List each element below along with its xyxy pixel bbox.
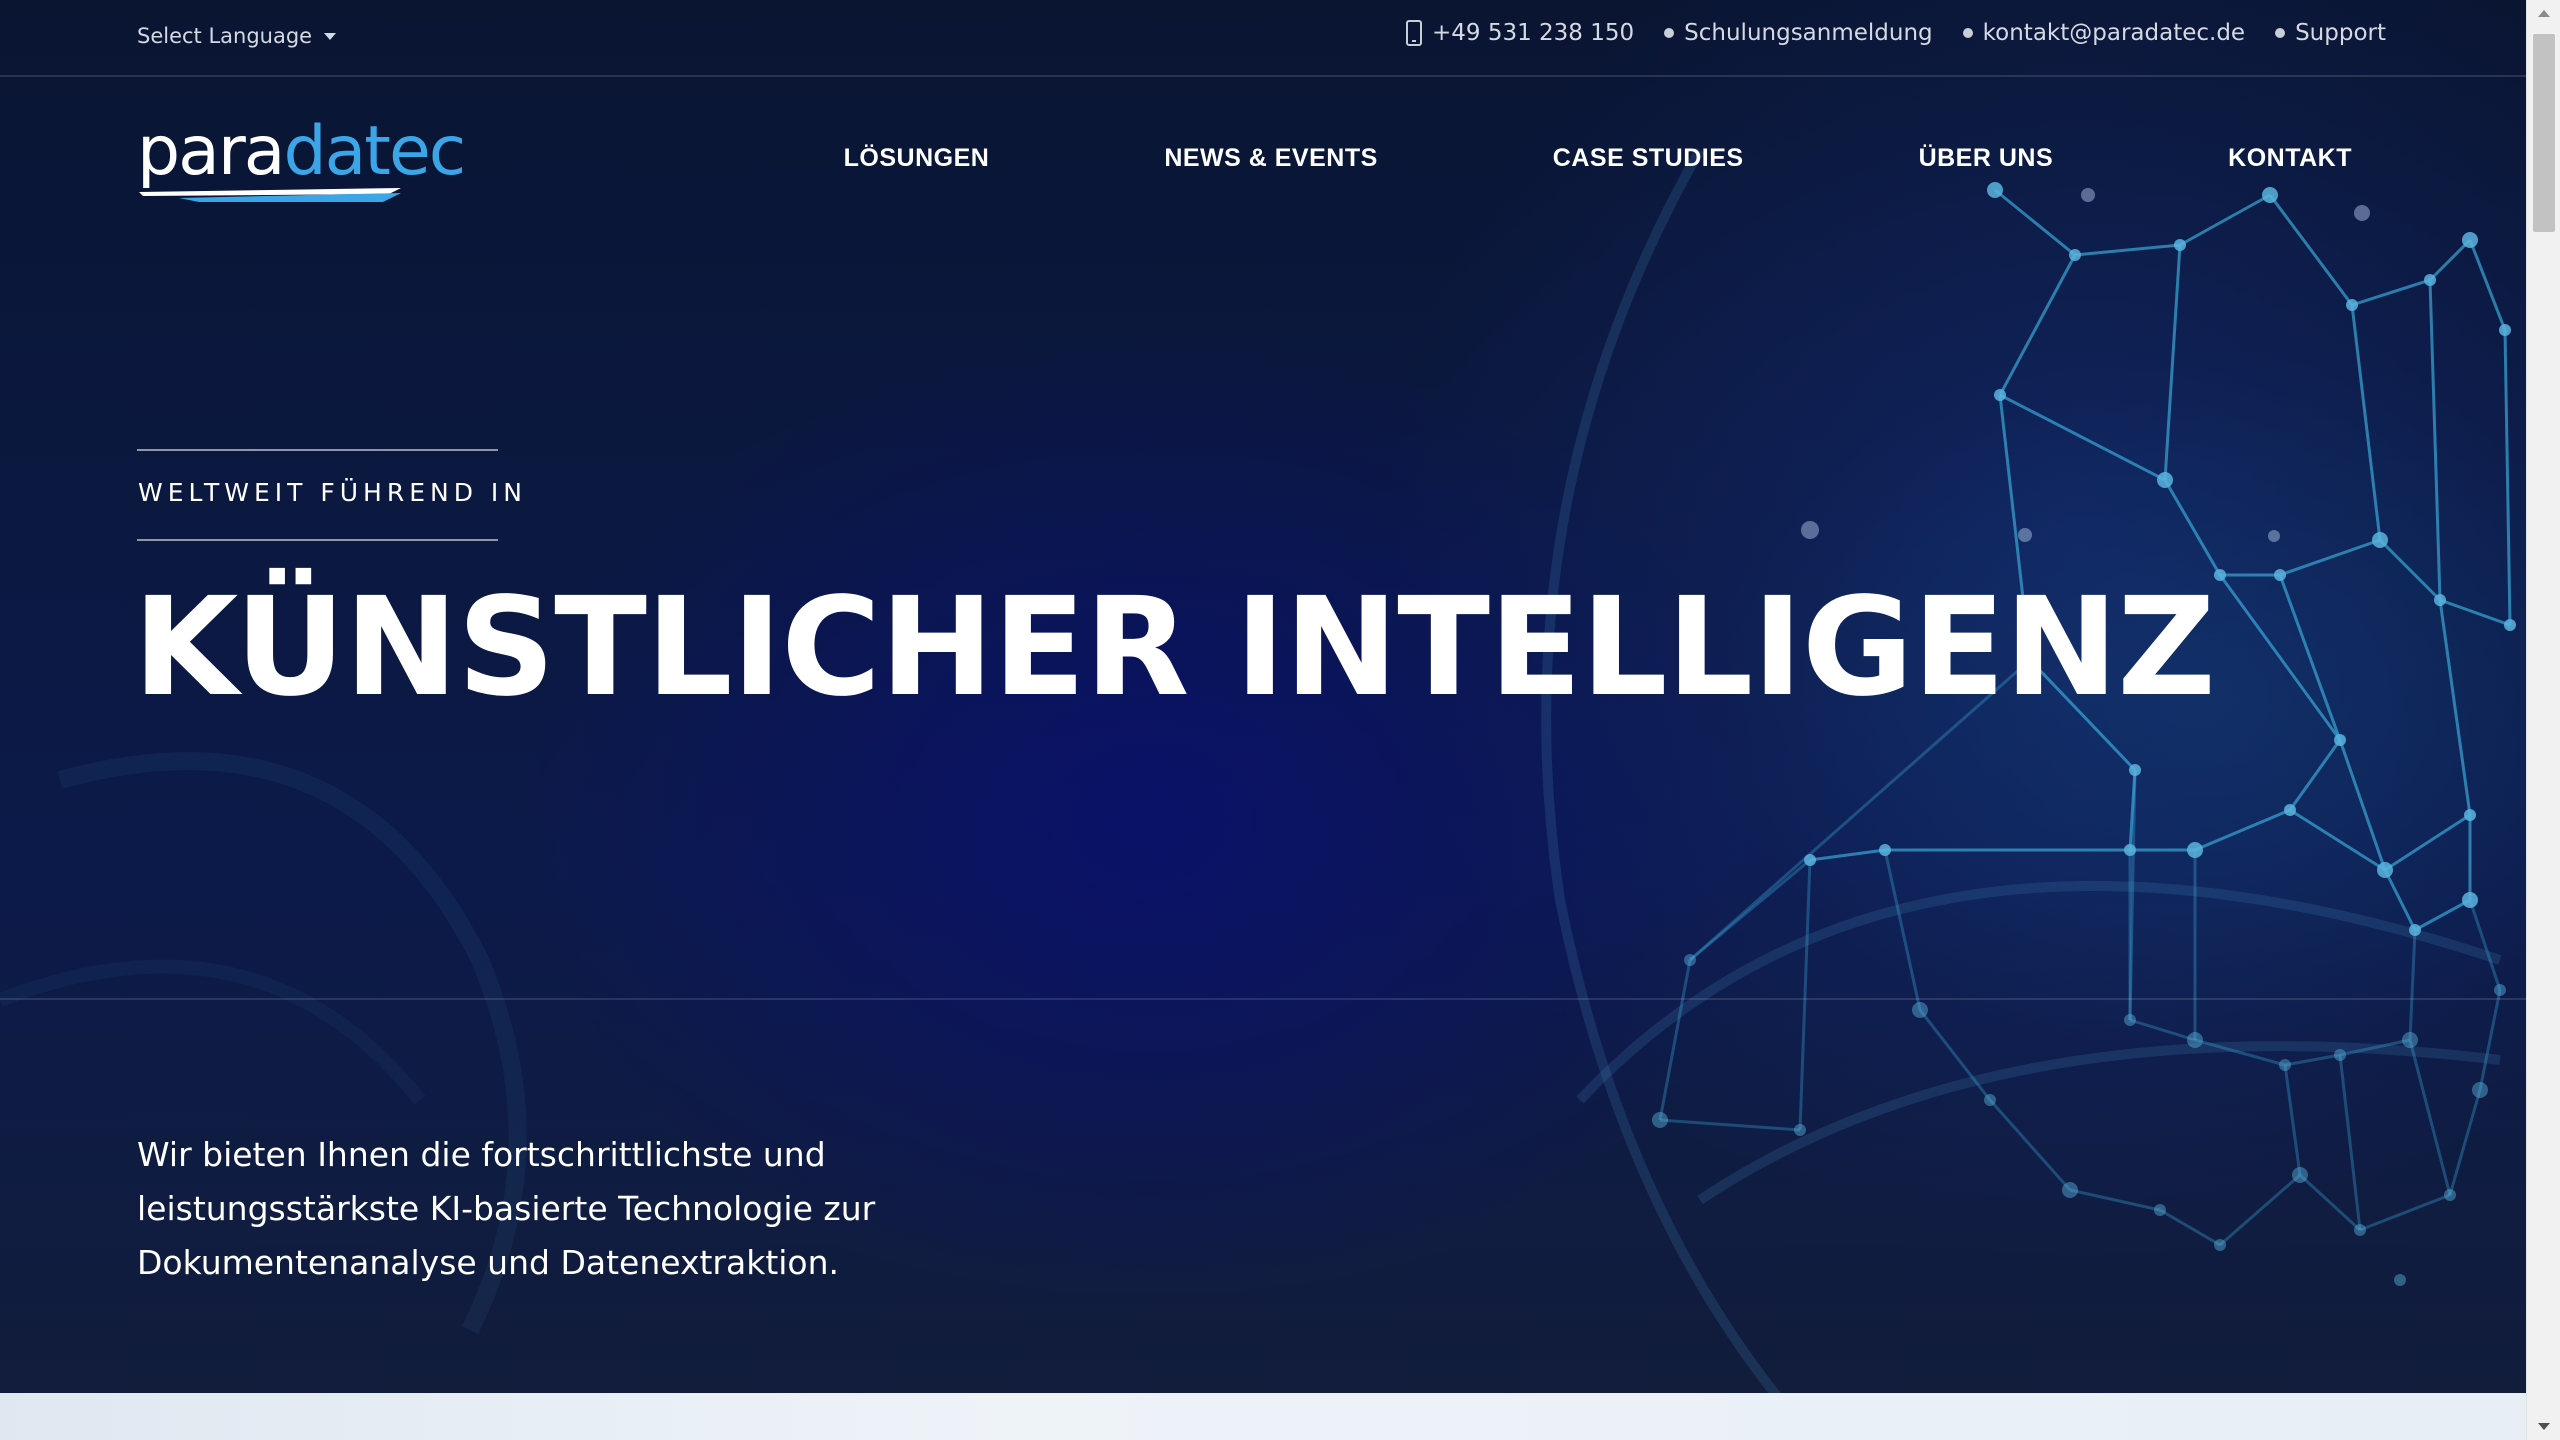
network-node (1987, 182, 2003, 198)
hero-headline: KÜNSTLICHER INTELLIGENZ (133, 569, 2216, 727)
eyebrow-rule-bottom (137, 539, 498, 541)
network-node (2499, 324, 2511, 336)
contact-links: +49 531 238 150 Schulungsanmeldung konta… (1405, 20, 2386, 46)
paradatec-logo[interactable]: paradatec (137, 118, 466, 204)
email-label: kontakt@paradatec.de (1982, 20, 2246, 46)
utility-bar: Select Language +49 531 238 150 Schulung… (0, 0, 2526, 77)
network-node (2462, 232, 2478, 248)
network-node (2346, 299, 2358, 311)
network-node (2424, 274, 2436, 286)
floating-particle (2354, 205, 2370, 221)
network-node (2434, 594, 2446, 606)
network-node (2187, 842, 2203, 858)
mobile-phone-icon (1405, 20, 1422, 46)
vertical-scrollbar[interactable] (2526, 0, 2560, 1440)
network-node (2262, 187, 2278, 203)
scrollbar-thumb[interactable] (2533, 34, 2555, 232)
network-node (2157, 472, 2173, 488)
network-node (2124, 844, 2136, 856)
network-node (1652, 1112, 1668, 1128)
caret-down-icon (324, 32, 337, 40)
scroll-down-icon[interactable] (2538, 1423, 2550, 1430)
network-node (2494, 984, 2506, 996)
network-node (1879, 844, 1891, 856)
network-node (2214, 569, 2226, 581)
network-node (2354, 1224, 2366, 1236)
floating-particle (2018, 528, 2032, 542)
network-edge (2359, 1193, 2451, 1232)
logo-part-para: para (137, 112, 285, 191)
network-node (2284, 804, 2296, 816)
floating-particle (2268, 530, 2280, 542)
logo-swoosh-icon (139, 188, 401, 202)
hero-eyebrow: WELTWEIT FÜHREND IN (138, 478, 527, 507)
network-node (1684, 954, 1696, 966)
dot-icon (1664, 28, 1675, 38)
eyebrow-rule-top (137, 449, 498, 451)
nav-item-kontakt[interactable]: KONTAKT (2228, 144, 2352, 173)
network-node (1984, 1094, 1996, 1106)
training-label: Schulungsanmeldung (1684, 20, 1933, 46)
network-node (2409, 924, 2421, 936)
training-link[interactable]: Schulungsanmeldung (1664, 20, 1933, 46)
logo-wordmark: paradatec (137, 118, 466, 186)
logo-part-datec: datec (283, 112, 466, 191)
nav-item-loesungen[interactable]: LÖSUNGEN (844, 144, 990, 173)
hero-lead-text: Wir bieten Ihnen die fortschrittlichste … (137, 1135, 876, 1282)
network-node (2069, 249, 2081, 261)
network-node (1804, 854, 1816, 866)
scroll-up-icon[interactable] (2538, 10, 2550, 17)
network-node (2214, 1239, 2226, 1251)
nav-item-news-events[interactable]: NEWS & EVENTS (1164, 144, 1377, 173)
dot-icon (2275, 28, 2286, 38)
network-node (2292, 1167, 2308, 1183)
network-node (2279, 1059, 2291, 1071)
phone-link[interactable]: +49 531 238 150 (1405, 20, 1635, 46)
floating-particle (2081, 188, 2095, 202)
network-node (2504, 619, 2516, 631)
page: Select Language +49 531 238 150 Schulung… (0, 0, 2560, 1440)
language-label: Select Language (137, 24, 313, 48)
network-node (1994, 389, 2006, 401)
viewport: Select Language +49 531 238 150 Schulung… (0, 0, 2526, 1440)
network-node (2062, 1182, 2078, 1198)
main-navigation: LÖSUNGEN NEWS & EVENTS CASE STUDIES ÜBER… (844, 144, 2352, 173)
network-node (2334, 1049, 2346, 1061)
nav-item-case-studies[interactable]: CASE STUDIES (1553, 144, 1744, 173)
section-divider (0, 998, 2526, 1000)
language-selector[interactable]: Select Language (137, 24, 337, 48)
network-node (2187, 1032, 2203, 1048)
network-node (2124, 1014, 2136, 1026)
network-node (1794, 1124, 1806, 1136)
network-node (2334, 734, 2346, 746)
network-node (2394, 1274, 2406, 1286)
network-node (2464, 809, 2476, 821)
floating-particle (1801, 521, 1819, 539)
network-node (2174, 239, 2186, 251)
network-node (2402, 1032, 2418, 1048)
network-node (2154, 1204, 2166, 1216)
email-link[interactable]: kontakt@paradatec.de (1962, 20, 2246, 46)
network-node (2472, 1082, 2488, 1098)
network-node (1912, 1002, 1928, 1018)
network-node (2462, 892, 2478, 908)
nav-item-ueber-uns[interactable]: ÜBER UNS (1919, 144, 2054, 173)
network-node (2274, 569, 2286, 581)
support-label: Support (2295, 20, 2386, 46)
next-section-preview (0, 1393, 2526, 1440)
network-node (2444, 1189, 2456, 1201)
network-node (2129, 764, 2141, 776)
dot-icon (1962, 28, 1973, 38)
network-node (2372, 532, 2388, 548)
phone-number: +49 531 238 150 (1431, 20, 1635, 46)
support-link[interactable]: Support (2275, 20, 2386, 46)
network-node (2377, 862, 2393, 878)
